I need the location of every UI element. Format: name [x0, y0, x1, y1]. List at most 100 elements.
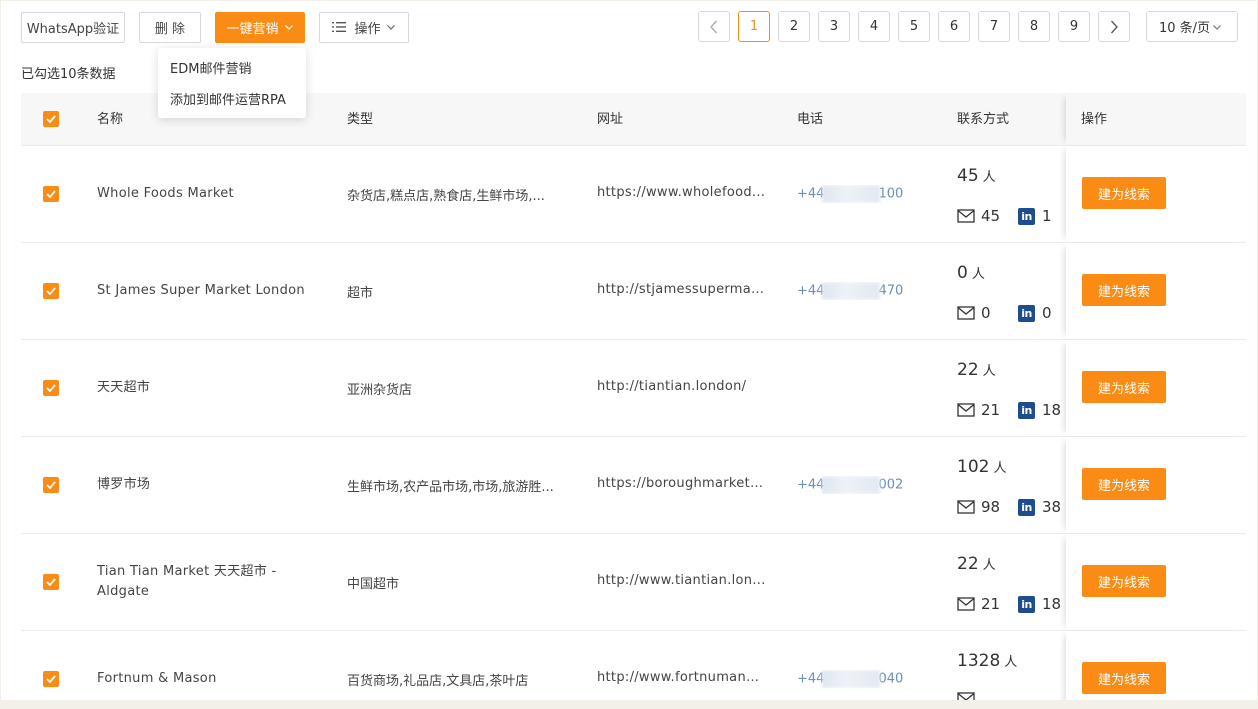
linkedin-count[interactable]: in 18 [1018, 595, 1061, 613]
check-icon [46, 115, 56, 123]
contact-people-count: 45 人 [957, 166, 996, 186]
email-count-value: 0 [981, 304, 991, 322]
one-click-marketing-label: 一键营销 [226, 21, 279, 37]
phone-prefix: +44 [797, 186, 825, 202]
create-lead-button[interactable]: 建为线索 [1082, 177, 1166, 209]
contact-channels: 0 in 0 [957, 304, 1052, 322]
table-row: 天天超市 亚洲杂货店 http://tiantian.london/ 22 人 2… [21, 340, 1246, 437]
check-icon [46, 578, 56, 586]
chevron-down-icon [386, 25, 395, 30]
linkedin-count[interactable]: in 38 [1018, 498, 1061, 516]
people-count-value: 22 [957, 554, 979, 574]
mail-icon [957, 209, 975, 223]
prev-page-button[interactable] [698, 11, 730, 42]
row-checkbox[interactable] [43, 671, 59, 687]
row-type: 百货商场,礼品店,文具店,茶叶店 [347, 674, 529, 689]
page-button-1[interactable]: 1 [738, 11, 770, 42]
results-table: 名称 类型 网址 电话 联系方式 操作 Whole Foods Market 杂… [21, 93, 1246, 700]
page-button-2[interactable]: 2 [778, 11, 810, 42]
row-name: St James Super Market London [97, 283, 305, 298]
email-count-value: 21 [981, 401, 1001, 419]
row-url[interactable]: http://stjamessupermar... [597, 282, 767, 297]
row-checkbox[interactable] [43, 477, 59, 493]
select-all-checkbox[interactable] [43, 111, 59, 127]
page-button-6[interactable]: 6 [938, 11, 970, 42]
contact-people-count: 102 人 [957, 457, 1006, 477]
email-count[interactable]: 21 [957, 595, 1018, 613]
contact-people-count: 22 人 [957, 360, 996, 380]
linkedin-count[interactable]: in 1 [1018, 207, 1052, 225]
create-lead-button[interactable]: 建为线索 [1082, 662, 1166, 694]
people-unit: 人 [982, 170, 996, 185]
linkedin-count-value: 18 [1042, 401, 1062, 419]
row-phone[interactable]: +44 100 [797, 185, 927, 203]
row-checkbox[interactable] [43, 574, 59, 590]
row-phone[interactable]: +44 002 [797, 476, 927, 494]
row-name: Tian Tian Market 天天超市 - Aldgate [97, 564, 277, 599]
people-count-value: 22 [957, 360, 979, 380]
phone-prefix: +44 [797, 671, 825, 687]
email-count[interactable]: 98 [957, 498, 1018, 516]
page-button-3[interactable]: 3 [818, 11, 850, 42]
menu-item-add-rpa[interactable]: 添加到邮件运营RPA [158, 85, 306, 116]
email-count[interactable]: 45 [957, 207, 1018, 225]
menu-item-edm[interactable]: EDM邮件营销 [158, 54, 306, 85]
create-lead-button[interactable]: 建为线索 [1082, 371, 1166, 403]
email-count[interactable]: 0 [957, 304, 1018, 322]
people-count-value: 45 [957, 166, 979, 186]
page-button-4[interactable]: 4 [858, 11, 890, 42]
delete-button[interactable]: 删 除 [139, 11, 201, 43]
email-count[interactable]: 21 [957, 401, 1018, 419]
linkedin-count[interactable]: in 0 [1018, 304, 1052, 322]
whatsapp-verify-button[interactable]: WhatsApp验证 [21, 11, 125, 43]
linkedin-count[interactable]: in 18 [1018, 401, 1061, 419]
table-row: 博罗市场 生鲜市场,农产品市场,市场,旅游胜... https://boroug… [21, 437, 1246, 534]
create-lead-button[interactable]: 建为线索 [1082, 468, 1166, 500]
row-name: 博罗市场 [97, 477, 151, 492]
page-button-9[interactable]: 9 [1058, 11, 1090, 42]
phone-redacted [822, 185, 881, 203]
chevron-down-icon [1213, 24, 1221, 30]
row-checkbox[interactable] [43, 283, 59, 299]
email-count[interactable] [957, 692, 1018, 700]
row-action-col: 建为线索 [1066, 146, 1246, 242]
row-url[interactable]: http://tiantian.london/ [597, 379, 767, 394]
people-unit: 人 [993, 461, 1007, 476]
contact-channels: in [957, 692, 1018, 700]
header-type: 类型 [347, 112, 374, 127]
page-button-5[interactable]: 5 [898, 11, 930, 42]
row-name: Fortnum & Mason [97, 671, 217, 686]
row-phone[interactable]: +44 470 [797, 282, 927, 300]
row-url[interactable]: https://www.wholefood... [597, 185, 767, 200]
row-url[interactable]: http://www.fortnumand... [597, 670, 767, 685]
row-checkbox[interactable] [43, 186, 59, 202]
check-icon [46, 384, 56, 392]
row-url[interactable]: https://boroughmarket.... [597, 476, 767, 491]
operations-label: 操作 [354, 21, 381, 37]
people-unit: 人 [971, 267, 985, 282]
row-action-col: 建为线索 [1066, 243, 1246, 339]
page-button-8[interactable]: 8 [1018, 11, 1050, 42]
table-row: St James Super Market London 超市 http://s… [21, 243, 1246, 340]
row-url[interactable]: http://www.tiantian.lon... [597, 573, 767, 588]
table-body: Whole Foods Market 杂货店,糕点店,熟食店,生鲜市场,... … [21, 146, 1246, 700]
row-checkbox[interactable] [43, 380, 59, 396]
check-icon [46, 190, 56, 198]
page-size-select[interactable]: 10 条/页 [1146, 11, 1238, 42]
linkedin-icon: in [1018, 401, 1035, 419]
page-button-7[interactable]: 7 [978, 11, 1010, 42]
operations-button[interactable]: 操作 [319, 11, 409, 43]
row-phone[interactable]: +44 040 [797, 670, 927, 688]
page: WhatsApp验证 删 除 一键营销 操作 EDM邮件营销 添加到邮件运营RP… [1, 1, 1257, 700]
create-lead-button[interactable]: 建为线索 [1082, 274, 1166, 306]
linkedin-icon: in [1018, 304, 1035, 322]
mail-icon [957, 692, 975, 700]
header-name: 名称 [97, 112, 124, 127]
next-page-button[interactable] [1098, 11, 1130, 42]
phone-redacted [822, 476, 881, 494]
mail-icon [957, 403, 975, 417]
create-lead-button[interactable]: 建为线索 [1082, 565, 1166, 597]
check-icon [46, 481, 56, 489]
one-click-marketing-button[interactable]: 一键营销 [215, 11, 305, 43]
email-count-value: 98 [981, 498, 1001, 516]
